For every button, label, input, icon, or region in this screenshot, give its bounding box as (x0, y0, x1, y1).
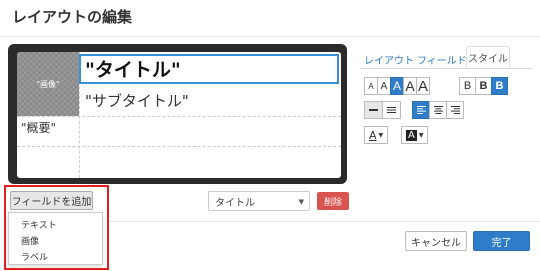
font-size-xs-button[interactable]: A (364, 77, 378, 95)
font-size-s-button[interactable]: A (377, 77, 391, 95)
weight-bold-button[interactable]: B (491, 77, 508, 95)
title-field[interactable]: "タイトル" (79, 54, 339, 84)
dialog-title: レイアウトの編集 (12, 8, 133, 26)
align-right-icon (450, 106, 460, 114)
align-right-button[interactable] (446, 101, 464, 119)
background-color-icon: A (406, 129, 417, 141)
summary-field[interactable]: "概要" (21, 119, 56, 136)
subtitle-field[interactable]: "サブタイトル" (85, 90, 189, 111)
font-size-m-button[interactable]: A (390, 77, 404, 95)
align-center-button[interactable] (429, 101, 447, 119)
field-select[interactable]: タイトル ▼ (208, 191, 310, 211)
cancel-button[interactable]: キャンセル (405, 231, 467, 251)
tab-layout[interactable]: レイアウト (364, 52, 414, 67)
text-color-icon: A (369, 128, 377, 142)
header-divider (0, 36, 540, 37)
weight-normal-button[interactable]: B (459, 77, 476, 95)
text-color-dropdown[interactable]: A ▼ (364, 126, 389, 144)
chevron-down-icon: ▼ (378, 131, 384, 139)
delete-button[interactable]: 削除 (317, 192, 349, 210)
font-size-xl-button[interactable]: A (416, 77, 430, 95)
done-button[interactable]: 完了 (473, 231, 530, 251)
text-align-group (412, 101, 464, 119)
weight-medium-button[interactable]: B (475, 77, 492, 95)
align-center-icon (433, 106, 443, 114)
line-spacing-normal-button[interactable] (382, 101, 401, 119)
font-weight-group: B B B (459, 77, 508, 95)
image-placeholder[interactable]: "画像" (17, 52, 79, 116)
tab-style[interactable]: スタイル (466, 46, 510, 68)
chevron-down-icon: ▼ (298, 198, 304, 206)
align-left-button[interactable] (412, 101, 430, 119)
grid-divider-horizontal (17, 146, 341, 147)
preview-card: "画像" "タイトル" "サブタイトル" "概要" (17, 52, 341, 178)
line-spacing-tight-icon (369, 109, 378, 111)
align-left-icon (416, 106, 426, 114)
line-spacing-normal-icon (387, 107, 396, 113)
chevron-down-icon: ▼ (418, 131, 424, 139)
tab-field[interactable]: フィールド (417, 52, 467, 67)
grid-divider-horizontal (17, 116, 341, 117)
font-size-group: A A A A A (364, 77, 430, 95)
tab-divider (360, 68, 532, 69)
highlight-box (4, 185, 109, 270)
image-placeholder-label: "画像" (36, 79, 60, 89)
field-select-value: タイトル (215, 197, 255, 209)
footer-divider (109, 221, 540, 222)
font-size-l-button[interactable]: A (403, 77, 417, 95)
background-color-dropdown[interactable]: A ▼ (401, 126, 429, 144)
edit-layout-dialog: レイアウトの編集 "画像" "タイトル" "サブタイトル" "概要" レイアウト… (0, 0, 540, 271)
line-spacing-tight-button[interactable] (364, 101, 383, 119)
line-spacing-group (364, 101, 401, 119)
